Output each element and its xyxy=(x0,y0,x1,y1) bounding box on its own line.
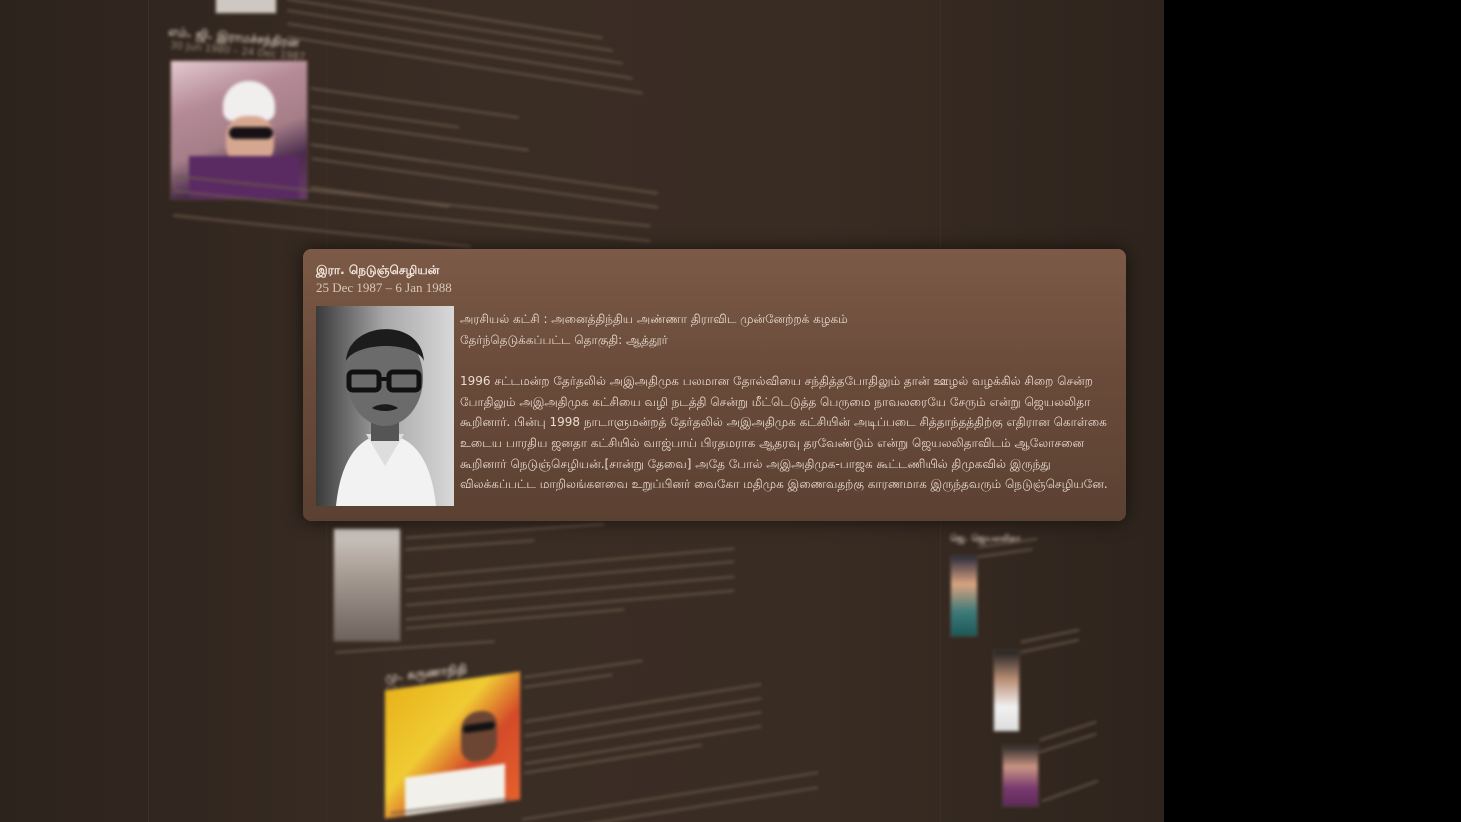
leader-portrait-image xyxy=(316,306,454,506)
portrait-thumbnail xyxy=(950,555,978,637)
popup-description: 1996 சட்டமன்ற தேர்தலில் அஇஅதிமுக பலமான த… xyxy=(460,374,1108,492)
right-black-margin xyxy=(1164,0,1461,822)
background-entry[interactable] xyxy=(0,520,800,660)
portrait-thumbnail xyxy=(993,650,1020,732)
background-entry[interactable]: மு. கருணாநிதி 27 Jan 1989 – 30 Jan 1991 xyxy=(0,650,850,822)
background-entry[interactable]: எம். ஜி. இராமச்சந்திரன் 30 Jun 1980 – 24… xyxy=(0,0,700,260)
popup-constituency: தேர்ந்தெடுக்கப்பட்ட தொகுதி: ஆத்தூர் xyxy=(460,332,668,347)
leader-portrait xyxy=(316,306,454,506)
timeline-viewport: எம். ஜி. இராமச்சந்திரன் 30 Jun 1980 – 24… xyxy=(0,0,1164,822)
portrait-thumbnail xyxy=(170,60,308,200)
portrait-thumbnail xyxy=(333,528,401,642)
popup-leader-name: இரா. நெடுஞ்செழியன் xyxy=(316,263,440,277)
portrait-thumbnail xyxy=(384,670,521,820)
popup-tenure-dates: 25 Dec 1987 – 6 Jan 1988 xyxy=(316,280,452,295)
portrait-thumbnail xyxy=(1002,745,1039,807)
popup-party: அரசியல் கட்சி : அனைத்திந்திய அண்ணா திராவ… xyxy=(460,312,848,326)
popup-details: அரசியல் கட்சி : அனைத்திந்திய அண்ணா திராவ… xyxy=(460,309,1110,495)
background-entry[interactable]: ஜெ. ஜெயலலிதா xyxy=(940,530,1164,822)
leader-popup-card[interactable]: இரா. நெடுஞ்செழியன் 25 Dec 1987 – 6 Jan 1… xyxy=(303,249,1126,521)
